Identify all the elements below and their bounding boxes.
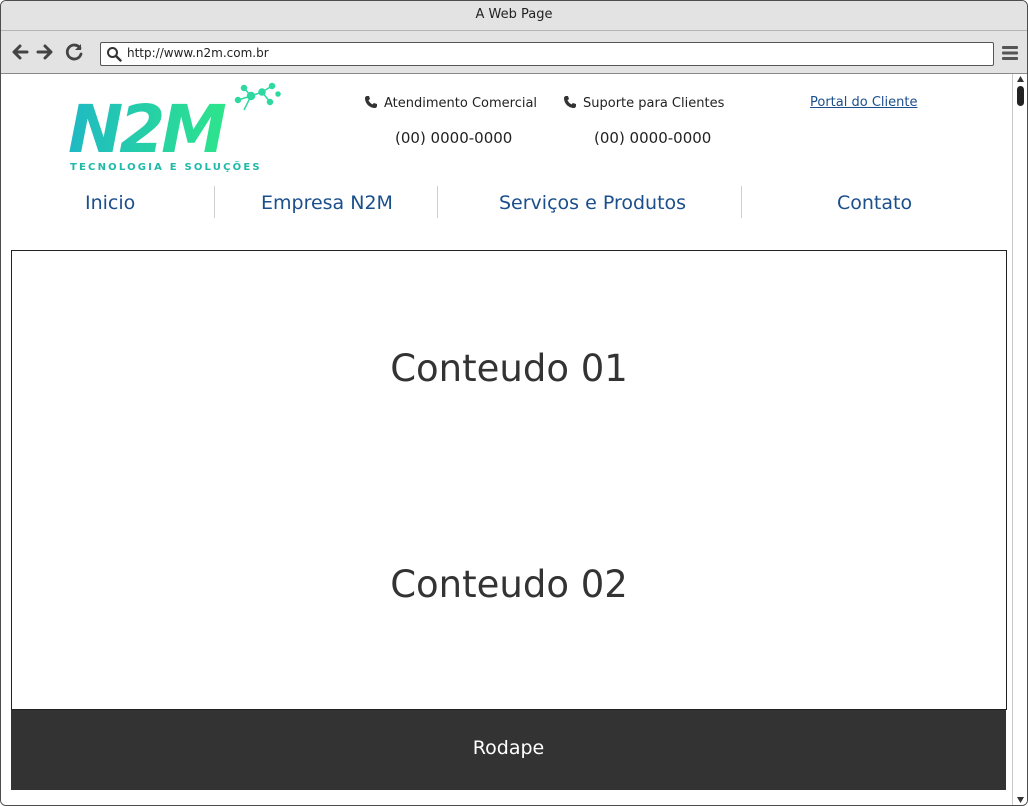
hamburger-icon[interactable] <box>1000 43 1020 63</box>
footer-text: Rodape <box>472 737 545 759</box>
portal-link[interactable]: Portal do Cliente <box>810 95 917 110</box>
reload-icon[interactable] <box>63 41 85 63</box>
nav-item-inicio[interactable]: Inicio <box>85 192 135 214</box>
nav-divider <box>741 186 742 218</box>
scroll-up-icon[interactable] <box>1017 76 1024 82</box>
page-viewport: N2M TECNOLOGIA E SOLUÇÕES Atendimento Co… <box>1 74 1011 805</box>
vertical-scrollbar[interactable] <box>1012 74 1027 805</box>
n2m-logo[interactable]: N2M TECNOLOGIA E SOLUÇÕES <box>66 82 281 174</box>
content-title-1: Conteudo 01 <box>390 347 628 390</box>
phone-icon <box>564 96 576 108</box>
scrollbar-thumb[interactable] <box>1017 86 1024 106</box>
commercial-label: Atendimento Comercial <box>384 96 538 111</box>
footer: Rodape <box>11 710 1006 790</box>
main-nav: Inicio Empresa N2M Serviços e Produtos C… <box>1 182 1011 222</box>
search-icon <box>107 47 122 62</box>
support-label: Suporte para Clientes <box>583 96 725 111</box>
support-contact: Suporte para Clientes <box>563 95 724 111</box>
nav-divider <box>437 186 438 218</box>
address-bar[interactable]: http://www.n2m.com.br <box>100 42 994 66</box>
support-phone: (00) 0000-0000 <box>594 129 712 147</box>
window-title: A Web Page <box>1 1 1027 31</box>
scroll-down-icon[interactable] <box>1017 797 1024 803</box>
browser-window: A Web Page http://www.n2m.com.br N2M TEC… <box>0 0 1028 806</box>
nav-divider <box>214 186 215 218</box>
logo-text: N2M <box>68 91 226 168</box>
arrow-right-icon[interactable] <box>34 41 56 63</box>
nav-item-servicos[interactable]: Serviços e Produtos <box>499 192 686 214</box>
url-text: http://www.n2m.com.br <box>127 46 269 60</box>
browser-toolbar: http://www.n2m.com.br <box>1 31 1027 74</box>
content-section-2: Conteudo 02 <box>11 466 1007 710</box>
content-section-1: Conteudo 01 <box>11 250 1007 468</box>
commercial-phone: (00) 0000-0000 <box>395 129 513 147</box>
commercial-contact: Atendimento Comercial <box>364 95 537 111</box>
arrow-left-icon[interactable] <box>9 41 31 63</box>
content-title-2: Conteudo 02 <box>390 563 628 606</box>
nav-item-empresa[interactable]: Empresa N2M <box>261 192 393 214</box>
phone-icon <box>365 96 377 108</box>
logo-tagline: TECNOLOGIA E SOLUÇÕES <box>70 160 262 173</box>
nav-item-contato[interactable]: Contato <box>837 192 912 214</box>
